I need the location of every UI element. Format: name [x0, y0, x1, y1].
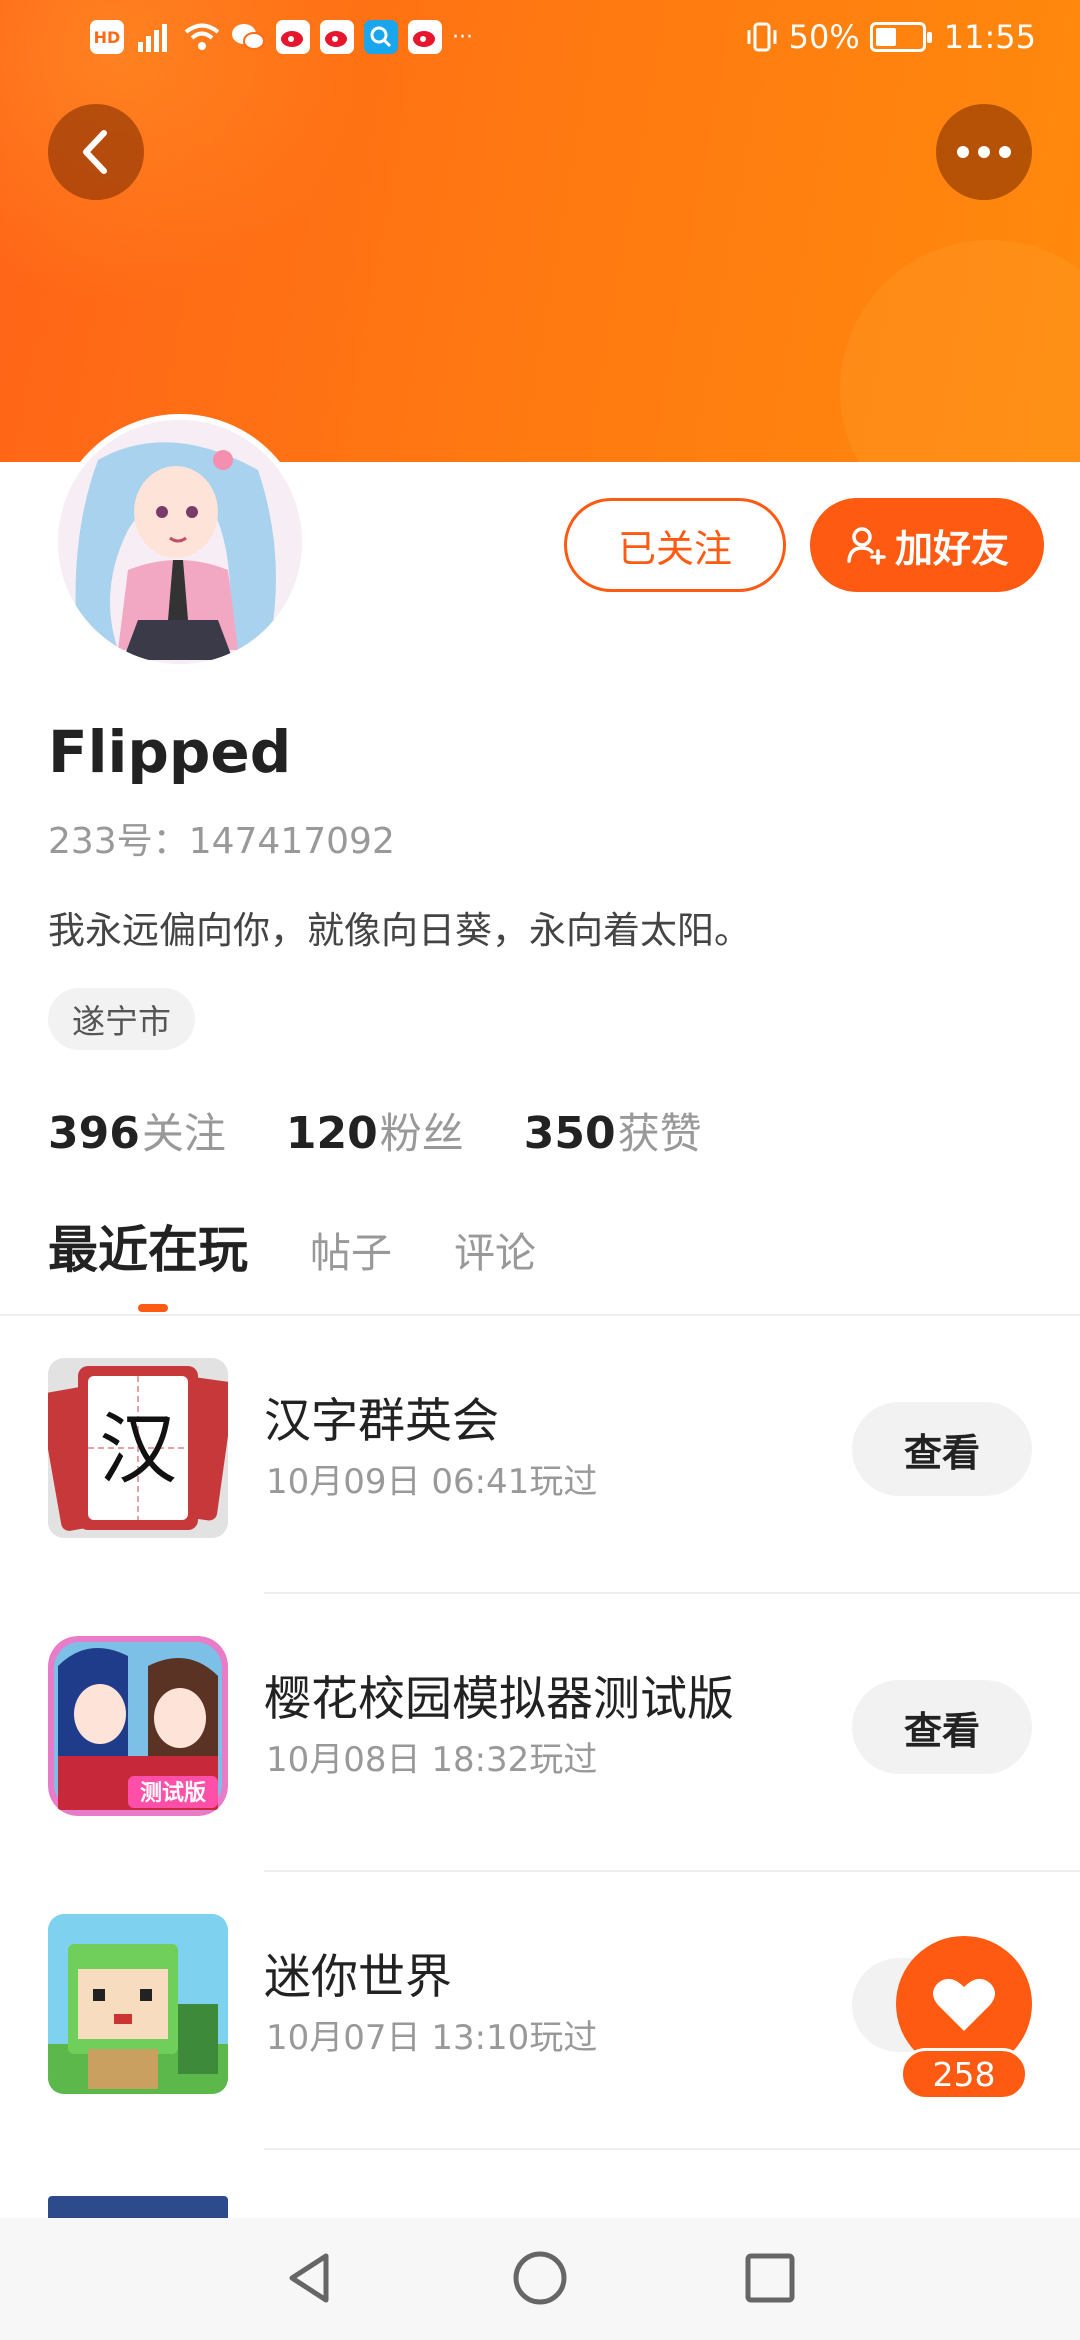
game-icon: 汉: [48, 1358, 228, 1538]
game-played-time: 10月09日 06:41玩过: [266, 1462, 598, 1502]
status-icons-right: 50% 11:55: [745, 18, 1036, 56]
more-icon: [957, 146, 1011, 158]
view-button[interactable]: 查看: [852, 1402, 1032, 1496]
following-label: 关注: [141, 1109, 226, 1158]
followers-count: 120: [285, 1108, 378, 1159]
game-name: 汉字群英会: [264, 1394, 499, 1449]
game-icon: [48, 1914, 228, 2094]
wechat-icon: [232, 24, 265, 50]
back-arrow-icon: [83, 130, 107, 174]
add-person-icon: [847, 527, 886, 565]
tab-recently-played[interactable]: 最近在玩: [48, 1210, 248, 1282]
banner-glow-2: [840, 240, 1080, 462]
more-notifications-icon: ···: [452, 24, 473, 50]
active-tab-indicator: [138, 1304, 168, 1312]
system-nav-bar: [0, 2218, 1080, 2340]
followers-stat[interactable]: 120 粉丝: [286, 1100, 464, 1161]
user-id: 233号：147417092: [48, 821, 395, 862]
nav-home-icon[interactable]: [510, 2248, 570, 2308]
city-tag: 遂宁市: [48, 988, 195, 1050]
followers-label: 粉丝: [379, 1109, 464, 1158]
search-app-icon: [364, 20, 398, 54]
heart-icon: [933, 1978, 995, 2031]
game-icon: 测试版: [48, 1636, 228, 1816]
list-item[interactable]: 测试版 樱花校园模拟器测试版 10月08日 18:32玩过 查看: [0, 1594, 1080, 1872]
clock: 11:55: [943, 18, 1036, 56]
likes-label: 获赞: [617, 1109, 702, 1158]
wifi-icon: [184, 23, 220, 50]
user-name: Flipped: [48, 718, 292, 786]
more-button[interactable]: [936, 104, 1032, 200]
followed-button[interactable]: 已关注: [564, 498, 786, 592]
weibo-icon: [408, 20, 442, 54]
list-item[interactable]: 汉 汉字群英会 10月09日 06:41玩过 查看: [0, 1316, 1080, 1594]
hd-icon: HD: [90, 20, 124, 54]
tab-comments[interactable]: 评论: [454, 1219, 536, 1279]
nav-back-icon[interactable]: [280, 2248, 340, 2308]
game-played-time: 10月07日 13:10玩过: [266, 2018, 598, 2058]
status-icons-left: HD ···: [90, 20, 473, 54]
following-count: 396: [48, 1108, 140, 1159]
game-name: 樱花校园模拟器测试版: [264, 1672, 734, 1727]
likes-count: 350: [523, 1108, 616, 1159]
game-name: 迷你世界: [264, 1950, 452, 2005]
anime-avatar-image: [58, 420, 302, 664]
view-button[interactable]: 查看: [852, 1680, 1032, 1774]
nav-recents-icon[interactable]: [740, 2248, 800, 2308]
signal-icon: [138, 24, 167, 52]
tab-posts[interactable]: 帖子: [310, 1219, 392, 1279]
back-button[interactable]: [48, 104, 144, 200]
game-icon-char: 汉: [99, 1405, 177, 1495]
battery-percent: 50%: [788, 18, 860, 56]
like-count: 258: [900, 2048, 1028, 2100]
add-friend-label: 加好友: [894, 526, 1009, 571]
weibo-icon: [276, 20, 310, 54]
add-friend-button[interactable]: 加好友: [810, 498, 1044, 592]
weibo-icon: [320, 20, 354, 54]
vibrate-icon: [747, 22, 777, 52]
status-bar: HD ··· 50% 11:55: [0, 0, 1080, 80]
avatar[interactable]: [52, 414, 308, 670]
following-stat[interactable]: 396 关注: [48, 1100, 226, 1161]
user-bio: 我永远偏向你，就像向日葵，永向着太阳。: [48, 909, 751, 952]
game-played-time: 10月08日 18:32玩过: [266, 1740, 598, 1780]
profile-tabs: 最近在玩 帖子 评论: [48, 1210, 536, 1282]
test-version-badge: 测试版: [140, 1781, 206, 1806]
divider: [264, 2148, 1080, 2150]
battery-icon: [869, 22, 932, 52]
stats-row: 396 关注 120 粉丝 350 获赞: [48, 1100, 702, 1161]
likes-stat[interactable]: 350 获赞: [524, 1100, 702, 1161]
